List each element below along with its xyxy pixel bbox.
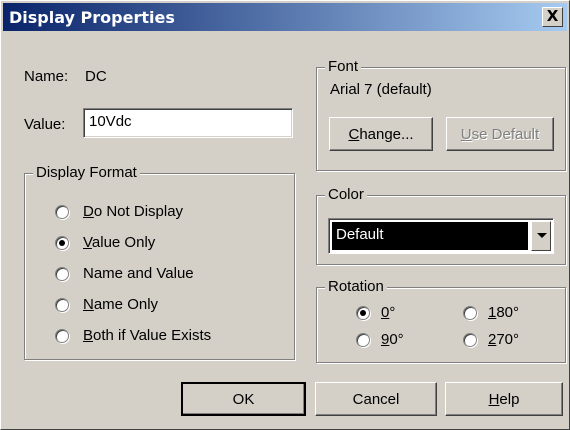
help-button[interactable]: Help [445, 382, 563, 416]
use-default-button-label: Use Default [460, 126, 540, 143]
color-selected: Default [332, 222, 528, 250]
radio-label: Do Not Display [83, 203, 184, 220]
rotation-0[interactable]: 0° [356, 304, 436, 326]
radio-button[interactable] [55, 205, 69, 219]
display-format-title: Display Format [33, 164, 140, 181]
radio-button[interactable] [356, 306, 370, 320]
radio-button[interactable] [463, 333, 477, 347]
radio-label: 90° [381, 331, 404, 348]
name-value: DC [85, 68, 107, 85]
help-button-label: Help [488, 391, 520, 408]
radio-do-not-display[interactable]: Do Not Display [55, 203, 285, 225]
radio-selected-dot [360, 310, 366, 316]
color-title: Color [325, 186, 367, 203]
use-default-button[interactable]: Use Default [446, 117, 554, 151]
radio-selected-dot [59, 240, 65, 246]
close-button[interactable]: X [542, 7, 563, 27]
radio-label: Value Only [83, 234, 156, 251]
radio-label: Name Only [83, 296, 159, 313]
name-label: Name: [24, 68, 69, 85]
color-dropdown[interactable]: Default [328, 218, 554, 254]
window-title: Display Properties [9, 8, 175, 27]
rotation-180[interactable]: 180° [463, 304, 553, 326]
cancel-button-label: Cancel [352, 391, 400, 408]
radio-label: Both if Value Exists [83, 327, 212, 344]
radio-button[interactable] [55, 329, 69, 343]
color-selected-text: Default [336, 226, 384, 243]
cancel-button[interactable]: Cancel [315, 382, 437, 416]
ok-button[interactable]: OK [181, 382, 306, 416]
chevron-down-icon [537, 233, 547, 238]
radio-button[interactable] [55, 236, 69, 250]
radio-button[interactable] [463, 306, 477, 320]
radio-label: Name and Value [83, 265, 194, 282]
font-current-label: Arial 7 (default) [330, 81, 432, 98]
radio-label: 180° [488, 304, 520, 321]
radio-name-and-value[interactable]: Name and Value [55, 265, 285, 287]
rotation-90[interactable]: 90° [356, 331, 436, 353]
font-title: Font [325, 58, 362, 75]
radio-value-only[interactable]: Value Only [55, 234, 285, 256]
display-properties-dialog: Display Properties X Name: DC Value: 10V… [0, 0, 570, 430]
radio-name-only[interactable]: Name Only [55, 296, 285, 318]
change-font-button[interactable]: Change... [329, 117, 433, 151]
color-dropdown-button[interactable] [531, 221, 551, 251]
rotation-270[interactable]: 270° [463, 331, 553, 353]
radio-label: 270° [488, 331, 520, 348]
radio-button[interactable] [356, 333, 370, 347]
value-field[interactable]: 10Vdc [83, 108, 293, 138]
ok-button-label: OK [232, 391, 255, 408]
change-font-button-label: Change... [348, 126, 414, 143]
title-bar[interactable]: Display Properties X [3, 3, 567, 31]
value-field-text: 10Vdc [89, 113, 132, 130]
radio-button[interactable] [55, 267, 69, 281]
radio-label: 0° [381, 304, 396, 321]
rotation-title: Rotation [325, 278, 387, 295]
value-label: Value: [24, 116, 66, 133]
radio-button[interactable] [55, 298, 69, 312]
radio-both-if-value-exists[interactable]: Both if Value Exists [55, 327, 285, 349]
